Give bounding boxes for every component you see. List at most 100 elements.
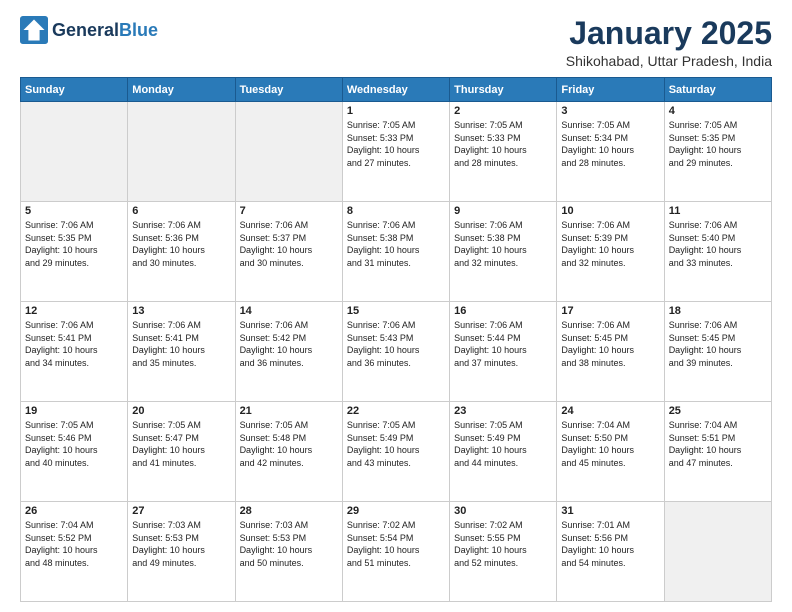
day-info: Sunrise: 7:06 AM Sunset: 5:41 PM Dayligh… bbox=[25, 319, 123, 369]
day-number: 17 bbox=[561, 305, 659, 317]
calendar-header-friday: Friday bbox=[557, 78, 664, 102]
calendar-cell: 19 Sunrise: 7:05 AM Sunset: 5:46 PM Dayli… bbox=[21, 402, 128, 502]
calendar-cell: 23 Sunrise: 7:05 AM Sunset: 5:49 PM Dayli… bbox=[450, 402, 557, 502]
calendar-cell: 21 Sunrise: 7:05 AM Sunset: 5:48 PM Dayli… bbox=[235, 402, 342, 502]
day-number: 7 bbox=[240, 205, 338, 217]
day-info: Sunrise: 7:06 AM Sunset: 5:40 PM Dayligh… bbox=[669, 219, 767, 269]
calendar-cell: 25Sunrise: 7:04 AM Sunset: 5:51 PM Dayli… bbox=[664, 402, 771, 502]
calendar-cell: 8 Sunrise: 7:06 AM Sunset: 5:38 PM Daylig… bbox=[342, 202, 449, 302]
day-number: 14 bbox=[240, 305, 338, 317]
day-number: 23 bbox=[454, 405, 552, 417]
day-info: Sunrise: 7:06 AM Sunset: 5:42 PM Dayligh… bbox=[240, 319, 338, 369]
calendar-cell: 13 Sunrise: 7:06 AM Sunset: 5:41 PM Dayli… bbox=[128, 302, 235, 402]
day-number: 27 bbox=[132, 505, 230, 517]
day-info: Sunrise: 7:06 AM Sunset: 5:41 PM Dayligh… bbox=[132, 319, 230, 369]
calendar-header-sunday: Sunday bbox=[21, 78, 128, 102]
day-info: Sunrise: 7:05 AM Sunset: 5:46 PM Dayligh… bbox=[25, 419, 123, 469]
calendar-header-saturday: Saturday bbox=[664, 78, 771, 102]
day-number: 22 bbox=[347, 405, 445, 417]
logo-text: GeneralBlue bbox=[20, 16, 158, 44]
calendar-cell: 24Sunrise: 7:04 AM Sunset: 5:50 PM Dayli… bbox=[557, 402, 664, 502]
calendar-cell: 29Sunrise: 7:02 AM Sunset: 5:54 PM Dayli… bbox=[342, 502, 449, 602]
day-number: 4 bbox=[669, 105, 767, 117]
calendar-week-row: 1 Sunrise: 7:05 AM Sunset: 5:33 PM Daylig… bbox=[21, 102, 772, 202]
subtitle: Shikohabad, Uttar Pradesh, India bbox=[566, 53, 772, 69]
calendar-cell: 4 Sunrise: 7:05 AM Sunset: 5:35 PM Daylig… bbox=[664, 102, 771, 202]
day-info: Sunrise: 7:06 AM Sunset: 5:39 PM Dayligh… bbox=[561, 219, 659, 269]
calendar-header-thursday: Thursday bbox=[450, 78, 557, 102]
calendar-cell: 7 Sunrise: 7:06 AM Sunset: 5:37 PM Daylig… bbox=[235, 202, 342, 302]
day-info: Sunrise: 7:06 AM Sunset: 5:38 PM Dayligh… bbox=[454, 219, 552, 269]
day-info: Sunrise: 7:05 AM Sunset: 5:35 PM Dayligh… bbox=[669, 119, 767, 169]
calendar-week-row: 26 Sunrise: 7:04 AM Sunset: 5:52 PM Dayli… bbox=[21, 502, 772, 602]
page: GeneralBlue January 2025 Shikohabad, Utt… bbox=[0, 0, 792, 612]
day-number: 30 bbox=[454, 505, 552, 517]
day-number: 21 bbox=[240, 405, 338, 417]
day-info: Sunrise: 7:05 AM Sunset: 5:48 PM Dayligh… bbox=[240, 419, 338, 469]
calendar-cell: 1 Sunrise: 7:05 AM Sunset: 5:33 PM Daylig… bbox=[342, 102, 449, 202]
day-number: 12 bbox=[25, 305, 123, 317]
calendar-header-tuesday: Tuesday bbox=[235, 78, 342, 102]
day-info: Sunrise: 7:05 AM Sunset: 5:33 PM Dayligh… bbox=[347, 119, 445, 169]
logo: GeneralBlue bbox=[20, 16, 158, 44]
day-number: 11 bbox=[669, 205, 767, 217]
calendar-cell: 3Sunrise: 7:05 AM Sunset: 5:34 PM Daylig… bbox=[557, 102, 664, 202]
day-info: Sunrise: 7:06 AM Sunset: 5:35 PM Dayligh… bbox=[25, 219, 123, 269]
day-number: 13 bbox=[132, 305, 230, 317]
day-info: Sunrise: 7:04 AM Sunset: 5:52 PM Dayligh… bbox=[25, 519, 123, 569]
calendar-cell: 30Sunrise: 7:02 AM Sunset: 5:55 PM Dayli… bbox=[450, 502, 557, 602]
calendar-cell: 15Sunrise: 7:06 AM Sunset: 5:43 PM Dayli… bbox=[342, 302, 449, 402]
day-number: 19 bbox=[25, 405, 123, 417]
day-info: Sunrise: 7:06 AM Sunset: 5:44 PM Dayligh… bbox=[454, 319, 552, 369]
calendar-week-row: 12 Sunrise: 7:06 AM Sunset: 5:41 PM Dayli… bbox=[21, 302, 772, 402]
day-info: Sunrise: 7:02 AM Sunset: 5:54 PM Dayligh… bbox=[347, 519, 445, 569]
day-number: 2 bbox=[454, 105, 552, 117]
day-info: Sunrise: 7:03 AM Sunset: 5:53 PM Dayligh… bbox=[132, 519, 230, 569]
day-number: 16 bbox=[454, 305, 552, 317]
day-info: Sunrise: 7:06 AM Sunset: 5:38 PM Dayligh… bbox=[347, 219, 445, 269]
day-info: Sunrise: 7:04 AM Sunset: 5:50 PM Dayligh… bbox=[561, 419, 659, 469]
calendar-cell: 5 Sunrise: 7:06 AM Sunset: 5:35 PM Daylig… bbox=[21, 202, 128, 302]
calendar-header-monday: Monday bbox=[128, 78, 235, 102]
day-number: 18 bbox=[669, 305, 767, 317]
calendar-cell: 10Sunrise: 7:06 AM Sunset: 5:39 PM Dayli… bbox=[557, 202, 664, 302]
calendar-cell: 22 Sunrise: 7:05 AM Sunset: 5:49 PM Dayli… bbox=[342, 402, 449, 502]
calendar-cell: 2 Sunrise: 7:05 AM Sunset: 5:33 PM Daylig… bbox=[450, 102, 557, 202]
day-number: 26 bbox=[25, 505, 123, 517]
calendar-cell: 20 Sunrise: 7:05 AM Sunset: 5:47 PM Dayli… bbox=[128, 402, 235, 502]
day-number: 31 bbox=[561, 505, 659, 517]
calendar-cell: 16 Sunrise: 7:06 AM Sunset: 5:44 PM Dayli… bbox=[450, 302, 557, 402]
calendar-cell: 27 Sunrise: 7:03 AM Sunset: 5:53 PM Dayli… bbox=[128, 502, 235, 602]
day-info: Sunrise: 7:06 AM Sunset: 5:37 PM Dayligh… bbox=[240, 219, 338, 269]
calendar-cell bbox=[21, 102, 128, 202]
day-info: Sunrise: 7:06 AM Sunset: 5:45 PM Dayligh… bbox=[561, 319, 659, 369]
calendar-cell: 31 Sunrise: 7:01 AM Sunset: 5:56 PM Dayli… bbox=[557, 502, 664, 602]
logo-general: GeneralBlue bbox=[52, 20, 158, 41]
day-info: Sunrise: 7:06 AM Sunset: 5:45 PM Dayligh… bbox=[669, 319, 767, 369]
day-info: Sunrise: 7:05 AM Sunset: 5:49 PM Dayligh… bbox=[347, 419, 445, 469]
day-number: 25 bbox=[669, 405, 767, 417]
calendar-week-row: 19 Sunrise: 7:05 AM Sunset: 5:46 PM Dayli… bbox=[21, 402, 772, 502]
day-info: Sunrise: 7:01 AM Sunset: 5:56 PM Dayligh… bbox=[561, 519, 659, 569]
calendar-header-row: SundayMondayTuesdayWednesdayThursdayFrid… bbox=[21, 78, 772, 102]
calendar-cell: 9Sunrise: 7:06 AM Sunset: 5:38 PM Daylig… bbox=[450, 202, 557, 302]
day-number: 20 bbox=[132, 405, 230, 417]
day-info: Sunrise: 7:06 AM Sunset: 5:36 PM Dayligh… bbox=[132, 219, 230, 269]
day-info: Sunrise: 7:05 AM Sunset: 5:47 PM Dayligh… bbox=[132, 419, 230, 469]
calendar-cell bbox=[128, 102, 235, 202]
day-number: 1 bbox=[347, 105, 445, 117]
day-info: Sunrise: 7:05 AM Sunset: 5:49 PM Dayligh… bbox=[454, 419, 552, 469]
day-number: 15 bbox=[347, 305, 445, 317]
calendar-cell: 14 Sunrise: 7:06 AM Sunset: 5:42 PM Dayli… bbox=[235, 302, 342, 402]
calendar-cell: 26 Sunrise: 7:04 AM Sunset: 5:52 PM Dayli… bbox=[21, 502, 128, 602]
header: GeneralBlue January 2025 Shikohabad, Utt… bbox=[20, 16, 772, 69]
day-number: 5 bbox=[25, 205, 123, 217]
day-number: 6 bbox=[132, 205, 230, 217]
calendar-cell: 28Sunrise: 7:03 AM Sunset: 5:53 PM Dayli… bbox=[235, 502, 342, 602]
day-info: Sunrise: 7:05 AM Sunset: 5:33 PM Dayligh… bbox=[454, 119, 552, 169]
calendar-cell bbox=[235, 102, 342, 202]
day-number: 28 bbox=[240, 505, 338, 517]
title-block: January 2025 Shikohabad, Uttar Pradesh, … bbox=[566, 16, 772, 69]
calendar-cell: 12 Sunrise: 7:06 AM Sunset: 5:41 PM Dayli… bbox=[21, 302, 128, 402]
day-number: 8 bbox=[347, 205, 445, 217]
